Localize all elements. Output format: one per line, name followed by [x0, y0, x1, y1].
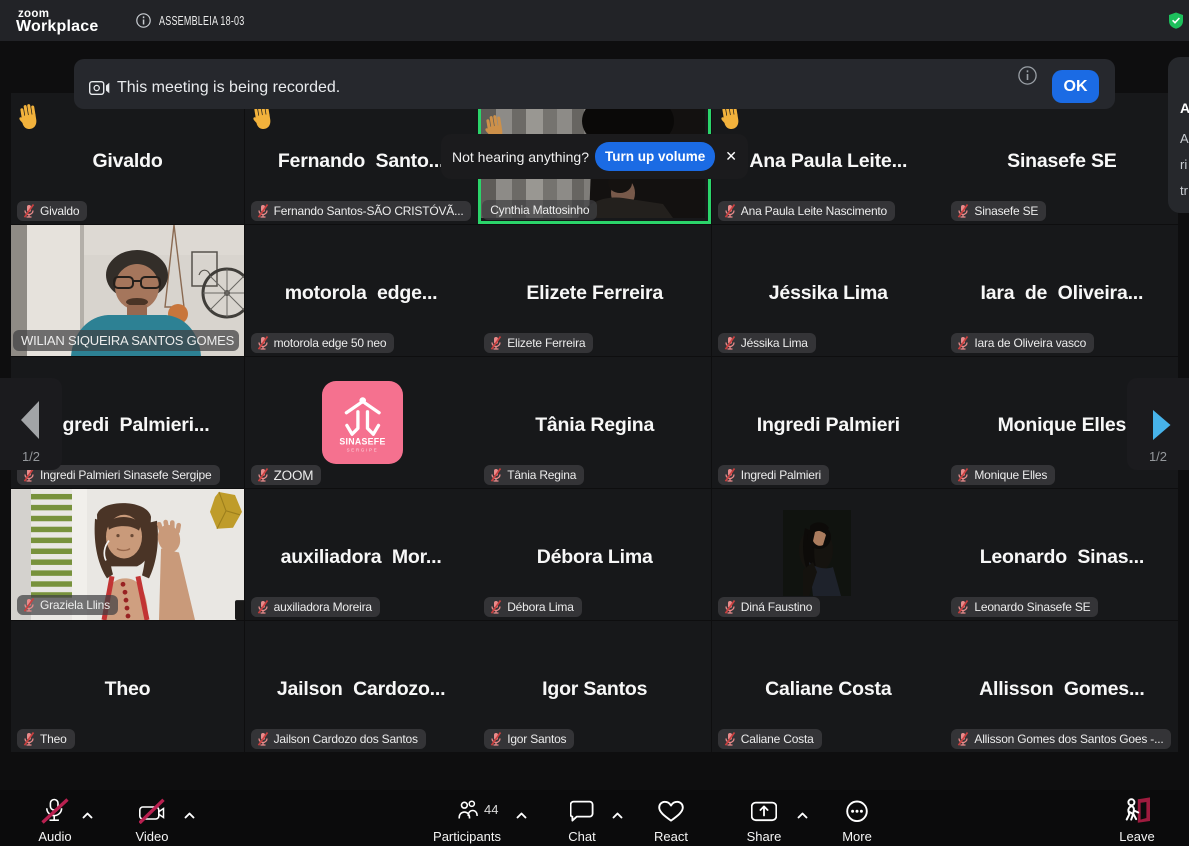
- svg-text:SINASEFE: SINASEFE: [339, 436, 385, 446]
- svg-text:SERGIPE: SERGIPE: [346, 447, 378, 452]
